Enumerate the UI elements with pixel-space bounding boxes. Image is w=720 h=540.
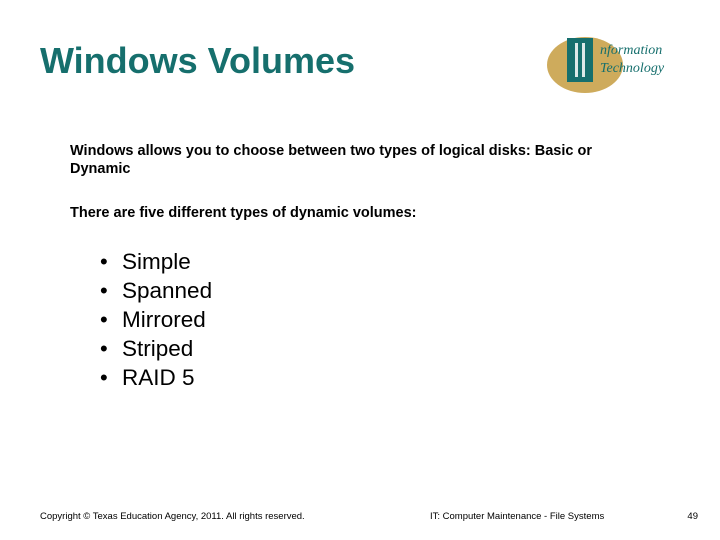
- information-technology-logo: nformation Technology: [545, 30, 680, 100]
- list-item: Simple: [100, 248, 680, 277]
- slide-body: Windows allows you to choose between two…: [40, 142, 680, 392]
- list-item: RAID 5: [100, 364, 680, 393]
- volume-types-list: Simple Spanned Mirrored Striped RAID 5: [100, 248, 680, 392]
- logo-top-text: nformation: [600, 43, 662, 58]
- list-item-label: Striped: [122, 336, 193, 361]
- list-item: Striped: [100, 335, 680, 364]
- intro-paragraph-1: Windows allows you to choose between two…: [70, 142, 610, 178]
- list-item-label: RAID 5: [122, 365, 195, 390]
- list-item-label: Spanned: [122, 278, 212, 303]
- list-item-label: Simple: [122, 249, 191, 274]
- footer-course: IT: Computer Maintenance - File Systems: [430, 511, 604, 522]
- list-item: Mirrored: [100, 306, 680, 335]
- list-item: Spanned: [100, 277, 680, 306]
- logo-bottom-text: Technology: [600, 61, 665, 76]
- footer-copyright: Copyright © Texas Education Agency, 2011…: [40, 511, 305, 522]
- slide: Windows Volumes nformation Technology Wi…: [0, 0, 720, 540]
- footer-page-number: 49: [687, 511, 698, 522]
- list-item-label: Mirrored: [122, 307, 206, 332]
- slide-footer: Copyright © Texas Education Agency, 2011…: [0, 511, 720, 522]
- intro-paragraph-2: There are five different types of dynami…: [70, 204, 610, 222]
